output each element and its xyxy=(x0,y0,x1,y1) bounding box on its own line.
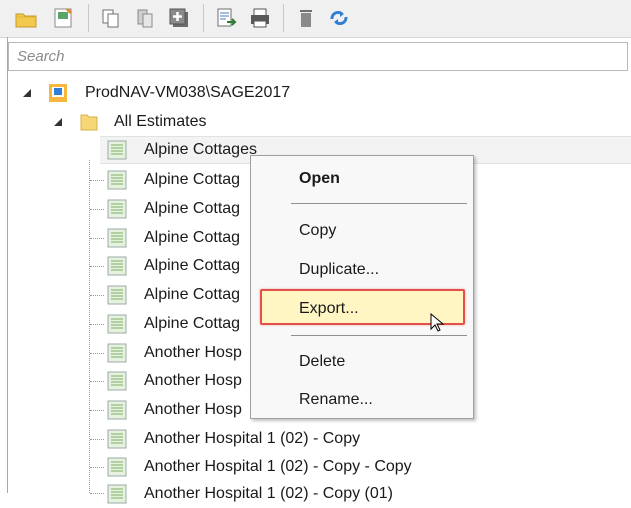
collapse-arrow-icon[interactable] xyxy=(53,117,63,127)
tree-item[interactable]: Alpine Cottag xyxy=(106,252,240,280)
tree-folder-node[interactable]: All Estimates xyxy=(80,108,206,136)
estimate-icon xyxy=(107,170,127,190)
tree-item-label: Another Hosp xyxy=(144,372,242,389)
folder-icon xyxy=(80,114,98,131)
tree-item-label: Another Hosp xyxy=(144,401,242,418)
estimate-icon xyxy=(107,371,127,391)
estimate-icon xyxy=(107,457,127,477)
context-menu: Open Copy Duplicate... Export... Delete … xyxy=(250,155,474,419)
estimate-icon xyxy=(107,343,127,363)
folder-label: All Estimates xyxy=(114,113,207,130)
collapse-arrow-icon[interactable] xyxy=(22,88,32,98)
tree-item-label: Alpine Cottag xyxy=(144,200,241,217)
tree-item[interactable]: Another Hospital 1 (02) - Copy xyxy=(106,425,360,453)
tree-item[interactable]: Alpine Cottag xyxy=(106,281,240,309)
tree-item[interactable]: Alpine Cottag xyxy=(106,166,240,194)
menu-item-copy[interactable]: Copy xyxy=(299,222,336,240)
menu-item-rename[interactable]: Rename... xyxy=(299,391,373,409)
tree-item-label: Alpine Cottag xyxy=(144,171,241,188)
tree-item-label: Another Hosp xyxy=(144,344,242,361)
menu-item-duplicate[interactable]: Duplicate... xyxy=(299,261,379,279)
estimate-icon xyxy=(107,140,127,160)
menu-item-open[interactable]: Open xyxy=(299,170,340,188)
tree-item-label: Another Hospital 1 (02) - Copy xyxy=(144,430,361,447)
tree-item[interactable]: Alpine Cottag xyxy=(106,195,240,223)
estimate-icon xyxy=(107,314,127,334)
server-label: ProdNAV-VM038\SAGE2017 xyxy=(85,84,291,101)
server-icon xyxy=(49,84,67,102)
menu-item-delete[interactable]: Delete xyxy=(299,353,345,371)
tree-item-label: Another Hospital 1 (02) - Copy - Copy xyxy=(144,458,412,475)
tree-item-label: Alpine Cottag xyxy=(144,286,241,303)
tree-item-label: Alpine Cottag xyxy=(144,315,241,332)
tree-item-label: Alpine Cottag xyxy=(144,257,241,274)
estimate-icon xyxy=(107,484,127,504)
estimate-icon xyxy=(107,400,127,420)
estimate-icon xyxy=(107,429,127,449)
tree-item-label: Alpine Cottag xyxy=(144,229,241,246)
menu-separator xyxy=(291,335,467,336)
tree-item[interactable]: Another Hosp xyxy=(106,339,242,367)
tree-item[interactable]: Another Hosp xyxy=(106,396,242,424)
estimate-icon xyxy=(107,285,127,305)
estimate-icon xyxy=(107,256,127,276)
tree-item[interactable]: Alpine Cottag xyxy=(106,224,240,252)
tree-item-label: Alpine Cottages xyxy=(144,141,257,158)
tree-item[interactable]: Another Hospital 1 (02) - Copy (01) xyxy=(106,480,393,508)
estimate-icon xyxy=(107,199,127,219)
tree-item[interactable]: Alpine Cottag xyxy=(106,310,240,338)
estimate-icon xyxy=(107,228,127,248)
tree-server-node[interactable]: ProdNAV-VM038\SAGE2017 xyxy=(48,79,290,107)
tree-item[interactable]: Another Hosp xyxy=(106,367,242,395)
mouse-pointer-icon xyxy=(430,313,445,332)
menu-separator xyxy=(291,203,467,204)
tree-item-label: Another Hospital 1 (02) - Copy (01) xyxy=(144,485,393,502)
menu-item-export[interactable]: Export... xyxy=(299,300,359,318)
tree-item[interactable]: Another Hospital 1 (02) - Copy - Copy xyxy=(106,453,412,481)
